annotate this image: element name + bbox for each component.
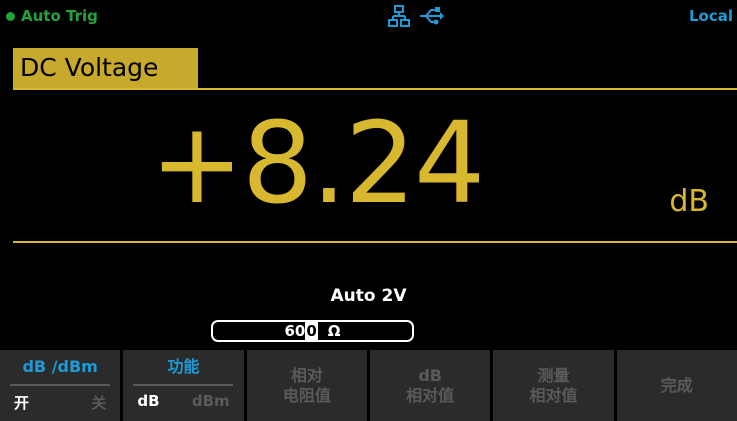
option-db: dB: [137, 392, 160, 410]
input-unit: Ω: [327, 322, 341, 340]
softkey-db-dbm-toggle[interactable]: dB /dBm 开 关: [0, 350, 121, 421]
softkey-bar: dB /dBm 开 关 功能 dB dBm 相对 电阻值 dB 相对值 测量 相…: [0, 350, 737, 421]
softkey-db-dbm-title: dB /dBm: [22, 357, 98, 376]
reference-resistance-input[interactable]: 600 Ω: [211, 320, 414, 342]
softkey-measure-relative[interactable]: 测量 相对值: [493, 350, 614, 421]
input-value: 600: [284, 322, 318, 340]
network-icon: [388, 5, 410, 27]
measurement-function-label: DC Voltage: [13, 48, 198, 88]
input-cursor-digit: 0: [305, 322, 318, 340]
divider-bottom: [13, 241, 737, 243]
trigger-status: Auto Trig: [6, 7, 98, 25]
softkey-function-title: 功能: [167, 357, 200, 376]
softkey-label-line1: dB: [418, 365, 442, 385]
softkey-label-line2: 相对值: [406, 385, 455, 405]
status-bar: Auto Trig Local: [0, 0, 737, 36]
trigger-mode-label: Auto Trig: [21, 7, 98, 25]
usb-icon: [418, 6, 444, 26]
main-reading: +8.24: [150, 99, 485, 229]
softkey-db-relative[interactable]: dB 相对值: [369, 350, 491, 421]
range-value: Auto 2V: [330, 286, 407, 306]
softkey-label-line1: 相对: [290, 365, 323, 385]
softkey-label-line2: 电阻值: [282, 385, 331, 405]
trigger-indicator-icon: [6, 11, 15, 21]
reading-unit: dB: [669, 184, 709, 219]
divider-top: [13, 88, 737, 90]
softkey-function-options: dB dBm: [123, 386, 243, 410]
remote-state: Local: [688, 7, 733, 25]
softkey-label-line2: 相对值: [529, 385, 578, 405]
option-on: 开: [14, 394, 30, 412]
softkey-relative-resistance[interactable]: 相对 电阻值: [246, 350, 367, 421]
connection-icons: [388, 5, 444, 27]
softkey-function-toggle[interactable]: 功能 dB dBm: [123, 350, 244, 421]
range-label: Auto 2V: [0, 286, 737, 306]
option-off: 关: [91, 394, 107, 412]
option-dbm: dBm: [191, 392, 230, 410]
input-value-digits: 60: [284, 322, 306, 340]
softkey-label-line1: 完成: [660, 375, 693, 395]
softkey-label-line1: 测量: [537, 365, 570, 385]
softkey-db-dbm-options: 开 关: [0, 386, 120, 413]
softkey-done[interactable]: 完成: [616, 350, 737, 421]
